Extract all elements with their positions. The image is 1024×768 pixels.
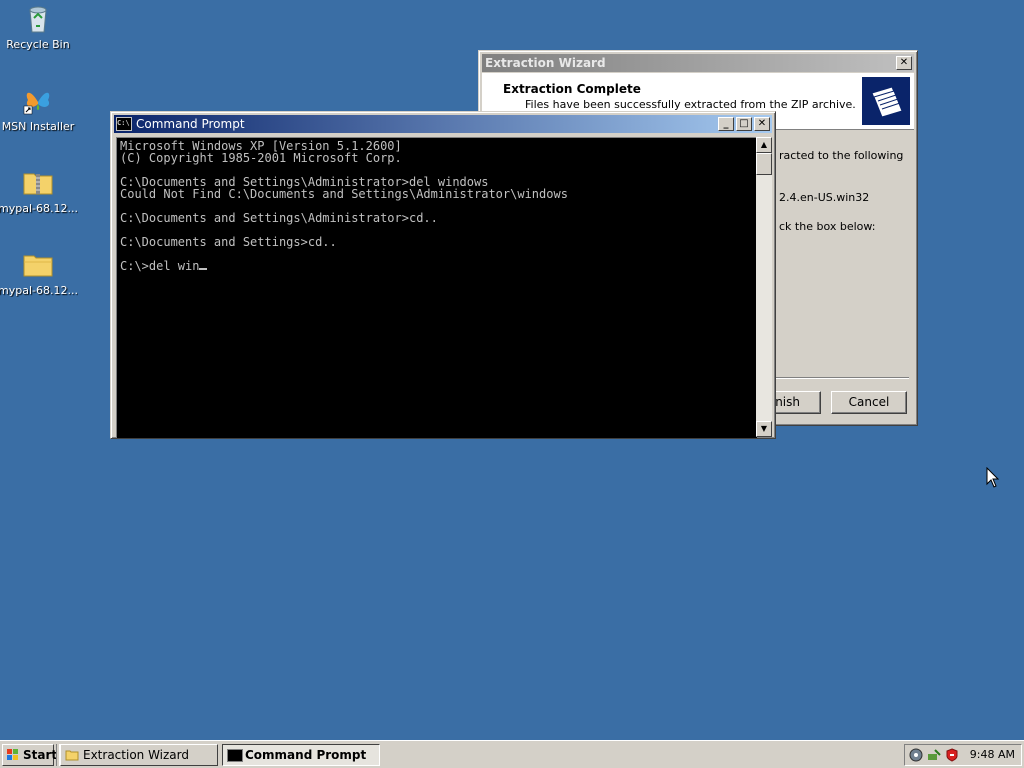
wizard-title-bar[interactable]: Extraction Wizard ✕ [482,54,914,72]
command-prompt-window: C:\ Command Prompt _ □ ✕ Microsoft Windo… [110,111,776,439]
close-icon[interactable]: ✕ [754,117,770,131]
desktop-icon-label: MSN Installer [1,120,75,133]
desktop-icon-mypal-zip[interactable]: mypal-68.12... [0,166,78,215]
console-output[interactable]: Microsoft Windows XP [Version 5.1.2600] … [116,137,757,438]
console-line: C:\Documents and Settings\Administrator>… [120,211,438,225]
desktop-icon-mypal-folder[interactable]: mypal-68.12... [0,248,78,297]
console-line: (C) Copyright 1985-2001 Microsoft Corp. [120,151,402,165]
folder-icon [22,248,54,280]
minimize-icon[interactable]: _ [718,117,734,131]
wizard-title: Extraction Wizard [485,56,606,70]
wizard-heading: Extraction Complete [503,82,641,96]
desktop-icon-label: mypal-68.12... [0,202,78,215]
console-app-icon: C:\ [116,117,132,131]
console-line: Could Not Find C:\Documents and Settings… [120,187,568,201]
wizard-body-text-3: ck the box below: [779,220,876,233]
console-title: Command Prompt [136,117,245,131]
taskbar-button-label: Extraction Wizard [83,748,190,762]
desktop-icon-label: Recycle Bin [6,38,70,51]
console-text: Microsoft Windows XP [Version 5.1.2600] … [117,138,757,272]
console-line: C:\>del win [120,259,200,273]
desktop-icon-label: mypal-68.12... [0,284,78,297]
zip-folder-icon [22,166,54,198]
scroll-up-icon[interactable]: ▲ [756,137,772,153]
windows-logo-icon [6,748,20,762]
start-button[interactable]: Start [2,744,58,766]
safely-remove-icon[interactable] [927,748,941,765]
scroll-down-icon[interactable]: ▼ [756,421,772,437]
clock[interactable]: 9:48 AM [970,748,1015,761]
console-vertical-scrollbar[interactable]: ▲ ▼ [756,137,772,437]
taskbar-button-command-prompt[interactable]: Command Prompt [222,744,380,766]
start-label: Start [23,748,58,762]
mouse-pointer-icon [986,466,1000,492]
console-app-icon [227,749,243,762]
console-line: C:\Documents and Settings>cd.. [120,235,337,249]
wizard-body-text-2: 2.4.en-US.win32 [779,191,870,204]
taskbar: Start Extraction Wizard Command Prompt 9… [0,740,1024,768]
wizard-body-text-1: racted to the following [779,149,904,162]
desktop-icon-msn-installer[interactable]: MSN Installer [0,84,78,133]
zip-folder-banner-icon [862,77,910,125]
recycle-bin-icon [22,2,54,34]
text-cursor [199,268,208,270]
cancel-button[interactable]: Cancel [831,391,907,414]
network-icon[interactable] [909,748,923,765]
folder-icon [65,748,79,765]
security-shield-icon[interactable] [945,748,959,765]
system-tray: 9:48 AM [904,744,1022,766]
msn-butterfly-icon [22,84,54,116]
maximize-icon[interactable]: □ [736,117,752,131]
taskbar-button-label: Command Prompt [245,748,367,762]
console-title-bar[interactable]: C:\ Command Prompt _ □ ✕ [114,115,772,133]
scroll-thumb[interactable] [756,153,772,175]
wizard-subheading: Files have been successfully extracted f… [525,98,856,111]
desktop-icon-recycle-bin[interactable]: Recycle Bin [0,2,78,51]
close-icon[interactable]: ✕ [896,56,912,70]
taskbar-button-extraction-wizard[interactable]: Extraction Wizard [60,744,218,766]
